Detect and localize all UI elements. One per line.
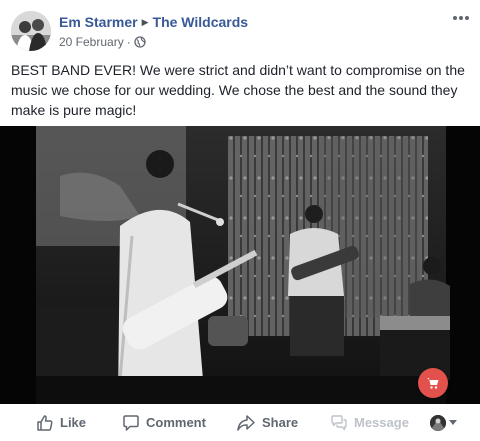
comment-icon (123, 414, 139, 431)
post-actions-bar: Like Comment Share Message (0, 404, 480, 441)
avatar-image (11, 11, 51, 51)
meta-separator: · (126, 35, 131, 49)
dot-icon (465, 16, 469, 20)
author-line: Em Starmer ▶ The Wildcards (59, 13, 248, 31)
globe-icon[interactable] (134, 36, 146, 48)
comment-label: Comment (146, 415, 206, 430)
caret-right-icon: ▶ (141, 17, 149, 27)
like-button[interactable]: Like (36, 404, 86, 441)
share-button[interactable]: Share (236, 404, 298, 441)
post-header: Em Starmer ▶ The Wildcards 20 February · (0, 0, 480, 60)
target-page-name[interactable]: The Wildcards (153, 14, 249, 30)
like-label: Like (60, 415, 87, 430)
page-avatar (430, 414, 446, 431)
message-button[interactable]: Message (330, 404, 409, 441)
message-label: Message (354, 415, 409, 430)
post-as-selector[interactable] (430, 404, 457, 441)
share-arrow-icon (237, 414, 255, 431)
shopping-cart-icon (427, 378, 439, 389)
author-name[interactable]: Em Starmer (59, 14, 138, 30)
comment-button[interactable]: Comment (122, 404, 206, 441)
post-text: BEST BAND EVER! We were strict and didn’… (11, 62, 465, 118)
band-photo (0, 126, 480, 404)
author-avatar[interactable] (11, 11, 51, 51)
thumbs-up-icon (37, 414, 53, 431)
message-icon (331, 414, 347, 430)
post-date[interactable]: 20 February (59, 35, 124, 49)
dot-icon (453, 16, 457, 20)
share-label: Share (262, 415, 299, 430)
more-options-button[interactable] (450, 8, 472, 28)
shopping-cart-button[interactable] (418, 368, 448, 398)
post-meta: 20 February · (59, 34, 146, 50)
page-avatar-image (430, 414, 446, 431)
chevron-down-icon (449, 420, 457, 425)
post-photo[interactable] (0, 126, 480, 404)
dot-icon (459, 16, 463, 20)
